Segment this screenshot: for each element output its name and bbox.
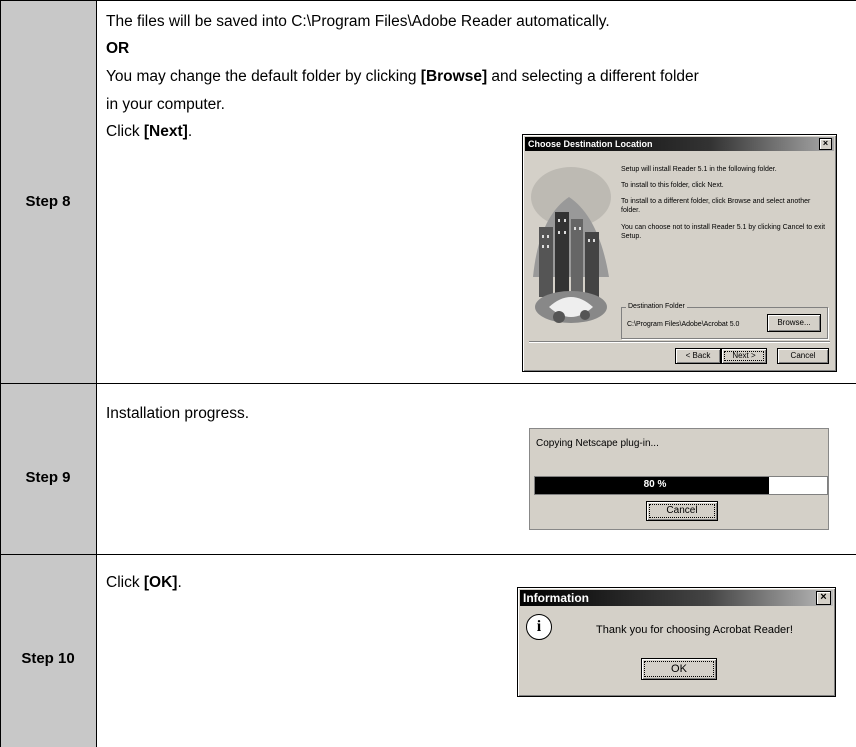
choose-destination-dialog: Choose Destination Location × Setup will… <box>522 134 837 372</box>
instruction-text: in your computer. <box>106 95 225 115</box>
instruction-bold: [Browse] <box>420 68 488 85</box>
dialog-title-bar: Information × <box>520 590 833 606</box>
table-top-border <box>0 0 856 1</box>
folder-path: C:\Program Files\Adobe\Acrobat 5.0 <box>627 321 740 328</box>
dialog-text: To install to this folder, click Next. <box>621 182 724 189</box>
destination-folder-group: Destination Folder C:\Program Files\Adob… <box>621 302 828 339</box>
next-button[interactable]: Next > <box>721 348 767 364</box>
cancel-button[interactable]: Cancel <box>777 348 829 364</box>
progress-dialog: Copying Netscape plug-in... 80 % Cancel <box>529 428 829 530</box>
instruction-part: . <box>187 123 193 140</box>
table-left-border <box>0 0 1 747</box>
step-label: Step 9 <box>25 469 71 486</box>
information-message: Thank you for choosing Acrobat Reader! <box>596 624 793 636</box>
progress-bar: 80 % <box>534 476 828 495</box>
dialog-title-bar: Choose Destination Location × <box>525 137 834 151</box>
ok-button[interactable]: OK <box>641 658 717 680</box>
progress-message: Copying Netscape plug-in... <box>536 438 659 449</box>
close-icon[interactable]: × <box>819 138 832 150</box>
cancel-button[interactable]: Cancel <box>646 501 718 521</box>
dialog-text: To install to a different folder, click … <box>621 198 811 214</box>
button-separator <box>529 341 830 342</box>
dialog-text: Setup will install Reader 5.1 in the fol… <box>621 166 777 173</box>
instruction-text: OR <box>106 39 129 59</box>
city-illustration <box>529 157 613 335</box>
instruction-text: The files will be saved into C:\Program … <box>106 12 610 32</box>
progress-percent: 80 % <box>643 479 667 490</box>
instruction-bold: [OK] <box>143 574 178 591</box>
instruction-text: Installation progress. <box>106 404 249 424</box>
instruction-line-or: OR <box>106 40 130 57</box>
instruction-line: Installation progress. <box>106 405 250 422</box>
row-divider <box>0 383 856 384</box>
instruction-text: Click [Next]. <box>106 122 192 142</box>
step-label: Step 8 <box>25 193 71 210</box>
close-icon[interactable]: × <box>816 591 831 605</box>
instruction-part: You may change the default folder by cli… <box>106 68 421 85</box>
dialog-title: Information <box>523 591 589 605</box>
instruction-part: Click <box>106 574 144 591</box>
instruction-part: and selecting a different folder <box>487 68 699 85</box>
information-dialog: Information × i Thank you for choosing A… <box>517 587 836 697</box>
instruction-line: The files will be saved into C:\Program … <box>106 13 610 30</box>
info-icon: i <box>526 614 552 640</box>
dialog-text: You can choose not to install Reader 5.1… <box>621 224 826 240</box>
instruction-line: in your computer. <box>106 96 225 113</box>
table-column-divider <box>96 0 97 747</box>
group-label: Destination Folder <box>626 302 687 311</box>
browse-button[interactable]: Browse... <box>767 314 821 332</box>
instruction-text: You may change the default folder by cli… <box>106 67 699 87</box>
instruction-part: Click <box>106 123 144 140</box>
back-button[interactable]: < Back <box>675 348 721 364</box>
row-divider <box>0 554 856 555</box>
step-label: Step 10 <box>21 650 75 667</box>
instruction-text: Click [OK]. <box>106 573 182 593</box>
instruction-part: . <box>177 574 182 591</box>
info-glyph: i <box>536 618 542 635</box>
dialog-title: Choose Destination Location <box>528 139 653 149</box>
step-column-bg <box>0 0 96 747</box>
instruction-bold: [Next] <box>143 123 188 140</box>
